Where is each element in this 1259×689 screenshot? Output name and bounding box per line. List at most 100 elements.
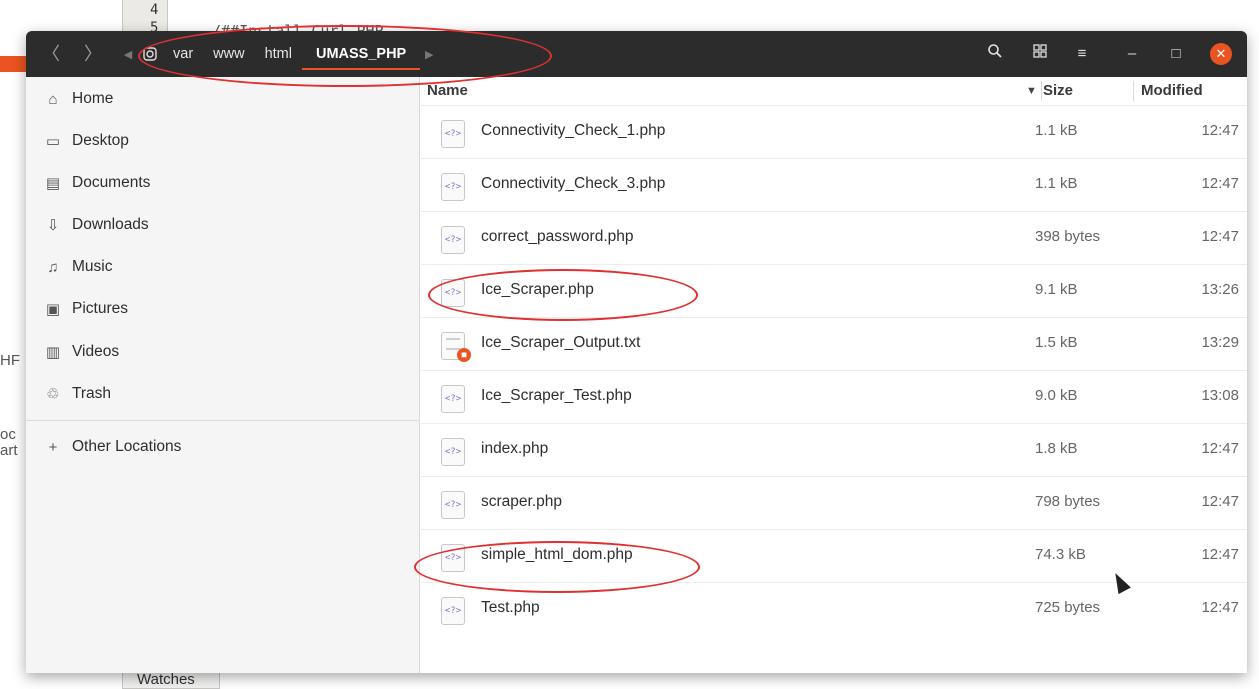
file-row[interactable]: <?> Ice_Scraper_Test.php 9.0 kB 13:08 xyxy=(421,370,1247,423)
file-name: Ice_Scraper.php xyxy=(481,281,594,298)
sidebar-item-music[interactable]: ♫ Music xyxy=(26,247,420,287)
maximize-icon: □ xyxy=(1171,45,1181,62)
file-row[interactable]: ■ Ice_Scraper_Output.txt 1.5 kB 13:29 xyxy=(421,317,1247,370)
path-scroll-left-icon[interactable]: ◀ xyxy=(119,48,137,61)
file-size: 74.3 kB xyxy=(1035,546,1086,563)
file-name: Test.php xyxy=(481,599,540,616)
close-icon: ✕ xyxy=(1215,46,1227,61)
menu-button[interactable]: ≡ xyxy=(1071,43,1093,65)
background-fragment: art xyxy=(0,442,18,459)
sidebar-item-label: Other Locations xyxy=(72,438,182,455)
back-button[interactable]: 〈 xyxy=(38,42,64,66)
file-manager-window: 〈 〉 ◀ var www html UMASS_PHP ▶ ≡ – □ ✕ ⌂… xyxy=(26,31,1247,673)
sidebar-item-label: Home xyxy=(72,90,114,107)
sidebar-item-label: Downloads xyxy=(72,216,149,233)
plus-icon: + xyxy=(48,438,58,456)
file-size: 1.8 kB xyxy=(1035,440,1078,457)
column-divider xyxy=(1041,81,1042,101)
php-file-icon: <?> xyxy=(441,120,465,148)
sidebar: ⌂ Home ▭ Desktop ▤ Documents ⇩ Downloads ♫ Mu… xyxy=(26,77,420,673)
file-modified: 12:47 xyxy=(1201,546,1239,563)
sidebar-item-desktop[interactable]: ▭ Desktop xyxy=(26,121,420,161)
file-modified: 12:47 xyxy=(1201,599,1239,616)
column-header-modified[interactable]: Modified xyxy=(1141,77,1203,105)
php-file-icon: <?> xyxy=(441,491,465,519)
sort-down-icon[interactable]: ▼ xyxy=(1026,77,1037,105)
php-file-icon: <?> xyxy=(441,438,465,466)
desktop-icon: ▭ xyxy=(45,133,61,150)
disk-icon[interactable] xyxy=(141,38,159,70)
sidebar-item-label: Videos xyxy=(72,343,120,360)
maximize-button[interactable]: □ xyxy=(1165,43,1187,65)
php-file-icon: <?> xyxy=(441,597,465,625)
file-modified: 12:47 xyxy=(1201,493,1239,510)
file-row[interactable]: <?> index.php 1.8 kB 12:47 xyxy=(421,423,1247,476)
file-modified: 13:29 xyxy=(1201,334,1239,351)
header-bar: 〈 〉 ◀ var www html UMASS_PHP ▶ ≡ – □ ✕ xyxy=(26,31,1247,77)
minimize-icon: – xyxy=(1127,45,1137,62)
path-crumb-html[interactable]: html xyxy=(255,38,302,70)
file-size: 9.1 kB xyxy=(1035,281,1078,298)
path-scroll-right-icon[interactable]: ▶ xyxy=(420,48,438,61)
close-button[interactable]: ✕ xyxy=(1210,43,1232,65)
sidebar-divider xyxy=(26,420,420,421)
php-file-icon: <?> xyxy=(441,279,465,307)
file-size: 1.1 kB xyxy=(1035,175,1078,192)
file-size: 725 bytes xyxy=(1035,599,1101,616)
php-file-icon: <?> xyxy=(441,173,465,201)
path-crumb-www[interactable]: www xyxy=(203,38,254,70)
file-row[interactable]: <?> Connectivity_Check_1.php 1.1 kB 12:4… xyxy=(421,105,1247,158)
text-lines xyxy=(446,338,460,350)
videos-icon: ▥ xyxy=(45,344,61,361)
downloads-icon: ⇩ xyxy=(46,217,60,234)
trash-icon: ♲ xyxy=(46,386,60,403)
forward-button[interactable]: 〉 xyxy=(80,42,106,66)
chevron-left-icon: 〈 xyxy=(42,44,60,64)
sidebar-item-label: Desktop xyxy=(72,132,129,149)
file-name: Ice_Scraper_Test.php xyxy=(481,387,632,404)
file-row[interactable]: <?> correct_password.php 398 bytes 12:47 xyxy=(421,211,1247,264)
php-file-icon: <?> xyxy=(441,385,465,413)
sidebar-item-videos[interactable]: ▥ Videos xyxy=(26,332,420,372)
file-row[interactable]: <?> Ice_Scraper.php 9.1 kB 13:26 xyxy=(421,264,1247,317)
php-file-icon: <?> xyxy=(441,544,465,572)
minimize-button[interactable]: – xyxy=(1121,43,1143,65)
view-grid-button[interactable] xyxy=(1029,43,1051,65)
line-number: 4 xyxy=(150,2,159,18)
file-modified: 13:08 xyxy=(1201,387,1239,404)
file-size: 1.1 kB xyxy=(1035,122,1078,139)
sidebar-item-documents[interactable]: ▤ Documents xyxy=(26,163,420,203)
path-crumb-var[interactable]: var xyxy=(163,38,203,70)
file-name: index.php xyxy=(481,440,549,457)
sidebar-item-other-locations[interactable]: + Other Locations xyxy=(26,427,420,467)
sidebar-item-trash[interactable]: ♲ Trash xyxy=(26,374,420,414)
documents-icon: ▤ xyxy=(45,175,61,192)
file-name: Connectivity_Check_1.php xyxy=(481,122,666,139)
search-button[interactable] xyxy=(984,43,1006,65)
path-crumb-current[interactable]: UMASS_PHP xyxy=(301,38,421,70)
file-modified: 12:47 xyxy=(1201,175,1239,192)
file-name: Ice_Scraper_Output.txt xyxy=(481,334,641,351)
file-row[interactable]: <?> scraper.php 798 bytes 12:47 xyxy=(421,476,1247,529)
sidebar-item-pictures[interactable]: ▣ Pictures xyxy=(26,289,420,329)
background-fragment: oc xyxy=(0,426,16,443)
file-row[interactable]: <?> Connectivity_Check_3.php 1.1 kB 12:4… xyxy=(421,158,1247,211)
music-icon: ♫ xyxy=(47,258,59,276)
file-modified: 13:26 xyxy=(1201,281,1239,298)
column-divider xyxy=(1133,81,1134,101)
sidebar-item-home[interactable]: ⌂ Home xyxy=(26,79,420,119)
pictures-icon: ▣ xyxy=(45,301,61,318)
text-file-icon: ■ xyxy=(441,332,471,362)
file-size: 9.0 kB xyxy=(1035,387,1078,404)
lock-icon: ■ xyxy=(457,348,471,362)
file-modified: 12:47 xyxy=(1201,122,1239,139)
sidebar-item-label: Music xyxy=(72,258,113,275)
home-icon: ⌂ xyxy=(48,90,58,108)
column-header-size[interactable]: Size xyxy=(1043,77,1073,105)
sidebar-item-downloads[interactable]: ⇩ Downloads xyxy=(26,205,420,245)
file-modified: 12:47 xyxy=(1201,228,1239,245)
search-icon xyxy=(988,44,1002,58)
file-name: Connectivity_Check_3.php xyxy=(481,175,666,192)
sidebar-item-label: Documents xyxy=(72,174,151,191)
column-header-name[interactable]: Name xyxy=(427,77,468,105)
